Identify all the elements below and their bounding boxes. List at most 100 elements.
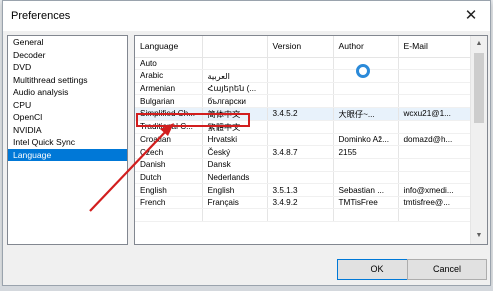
cell-language: French bbox=[135, 196, 203, 210]
column-header-email[interactable]: E-Mail bbox=[398, 36, 472, 58]
cell-email bbox=[398, 208, 472, 223]
column-header-language[interactable]: Language bbox=[135, 36, 203, 58]
cell-email: domazd@h... bbox=[398, 133, 472, 147]
table-row[interactable]: Bulgarian български bbox=[135, 94, 472, 108]
preferences-dialog: Preferences ✕ General Decoder DVD Multithre… bbox=[2, 0, 491, 286]
table-row[interactable]: Armenian Հայերեն (... bbox=[135, 82, 472, 96]
cell-version bbox=[267, 94, 334, 108]
table-row[interactable]: Croatian Hrvatski Dominko Až... domazd@h... bbox=[135, 133, 472, 147]
table-row[interactable] bbox=[135, 208, 472, 223]
cell-version bbox=[267, 69, 334, 83]
background-strip bbox=[0, 286, 493, 291]
category-list[interactable]: General Decoder DVD Multithread settings Aud… bbox=[7, 35, 128, 245]
category-item[interactable]: Language bbox=[8, 148, 127, 161]
cell-version bbox=[267, 133, 334, 147]
cell-native-name: Nederlands bbox=[202, 171, 268, 185]
vertical-scrollbar[interactable]: ▲ ▼ bbox=[470, 36, 487, 244]
cell-email bbox=[398, 171, 472, 185]
cell-email: wcxu21@1... bbox=[398, 107, 472, 121]
category-item[interactable]: General bbox=[8, 36, 127, 49]
cell-email bbox=[398, 158, 472, 172]
scroll-thumb[interactable] bbox=[474, 53, 484, 123]
cell-native-name: Հայերեն (... bbox=[202, 82, 268, 96]
cell-email: tmtisfree@... bbox=[398, 196, 472, 210]
cell-native-name: English bbox=[202, 183, 268, 197]
cell-language: Armenian bbox=[135, 82, 203, 96]
loading-spinner-icon bbox=[356, 64, 370, 78]
cell-native-name bbox=[202, 57, 268, 71]
cancel-button[interactable]: Cancel bbox=[407, 259, 487, 280]
category-item[interactable]: Audio analysis bbox=[8, 86, 127, 99]
cell-email bbox=[398, 57, 472, 71]
table-row[interactable]: Danish Dansk bbox=[135, 158, 472, 172]
category-item[interactable]: CPU bbox=[8, 99, 127, 112]
table-row[interactable]: French Français 3.4.9.2 TMTisFree tmtisfree@… bbox=[135, 196, 472, 210]
cell-author bbox=[333, 171, 399, 185]
cell-native-name: Český bbox=[202, 145, 268, 160]
cell-language: Danish bbox=[135, 158, 203, 172]
cell-native-name: Français bbox=[202, 196, 268, 210]
cell-email bbox=[398, 120, 472, 134]
column-header-author[interactable]: Author bbox=[333, 36, 399, 58]
cell-author: 2155 bbox=[333, 145, 399, 160]
cell-version bbox=[267, 57, 334, 71]
cell-native-name: български bbox=[202, 94, 268, 108]
table-header: Language Version Author E-Mail bbox=[135, 36, 472, 58]
cell-language: Auto bbox=[135, 57, 203, 71]
cell-email: info@xmedi... bbox=[398, 183, 472, 197]
category-item[interactable]: Intel Quick Sync bbox=[8, 136, 127, 149]
cell-version: 3.4.5.2 bbox=[267, 107, 334, 121]
table-row[interactable]: Dutch Nederlands bbox=[135, 171, 472, 185]
table-row[interactable]: Auto bbox=[135, 57, 472, 71]
cell-language: Arabic bbox=[135, 69, 203, 83]
cell-version bbox=[267, 171, 334, 185]
cell-language: Dutch bbox=[135, 171, 203, 185]
cell-version: 3.5.1.3 bbox=[267, 183, 334, 197]
category-item[interactable]: NVIDIA bbox=[8, 124, 127, 137]
cell-version bbox=[267, 158, 334, 172]
category-item[interactable]: Decoder bbox=[8, 49, 127, 62]
cell-version: 3.4.8.7 bbox=[267, 145, 334, 160]
table-row[interactable]: Czech Český 3.4.8.7 2155 bbox=[135, 145, 472, 160]
annotation-highlight-box bbox=[136, 113, 250, 127]
cell-email bbox=[398, 94, 472, 108]
cell-author: Dominko Až... bbox=[333, 133, 399, 147]
cell-language: Croatian bbox=[135, 133, 203, 147]
title-bar: Preferences ✕ bbox=[3, 1, 490, 31]
cell-language bbox=[135, 208, 203, 223]
cell-version: 3.4.9.2 bbox=[267, 196, 334, 210]
cell-native-name bbox=[202, 208, 268, 223]
scroll-up-icon[interactable]: ▲ bbox=[471, 36, 487, 52]
cell-author: 大眼仔~... bbox=[333, 107, 399, 121]
cell-native-name: Hrvatski bbox=[202, 133, 268, 147]
cell-language: Czech bbox=[135, 145, 203, 160]
table-row[interactable]: Arabic العربية bbox=[135, 69, 472, 83]
cell-email bbox=[398, 82, 472, 96]
ok-button[interactable]: OK bbox=[337, 259, 417, 280]
cell-author bbox=[333, 158, 399, 172]
cell-author bbox=[333, 82, 399, 96]
cell-native-name: Dansk bbox=[202, 158, 268, 172]
column-header-native[interactable] bbox=[202, 36, 268, 58]
language-grid: Language Version Author E-Mail Auto Arabi… bbox=[135, 36, 472, 223]
cell-version bbox=[267, 82, 334, 96]
cell-author: Sebastian ... bbox=[333, 183, 399, 197]
cell-email bbox=[398, 69, 472, 83]
cell-email bbox=[398, 145, 472, 160]
cell-author bbox=[333, 120, 399, 134]
cell-author bbox=[333, 94, 399, 108]
language-table: Language Version Author E-Mail Auto Arabi… bbox=[134, 35, 488, 245]
cell-native-name: العربية bbox=[202, 69, 268, 83]
category-item[interactable]: OpenCl bbox=[8, 111, 127, 124]
table-row[interactable]: English English 3.5.1.3 Sebastian ... info@x… bbox=[135, 183, 472, 197]
scroll-down-icon[interactable]: ▼ bbox=[471, 228, 487, 244]
category-item[interactable]: DVD bbox=[8, 61, 127, 74]
cell-version bbox=[267, 120, 334, 134]
column-header-version[interactable]: Version bbox=[267, 36, 334, 58]
cell-language: Bulgarian bbox=[135, 94, 203, 108]
cell-language: English bbox=[135, 183, 203, 197]
dialog-title: Preferences bbox=[11, 10, 71, 22]
cell-version bbox=[267, 208, 334, 223]
close-button[interactable]: ✕ bbox=[462, 7, 480, 25]
category-item[interactable]: Multithread settings bbox=[8, 74, 127, 87]
